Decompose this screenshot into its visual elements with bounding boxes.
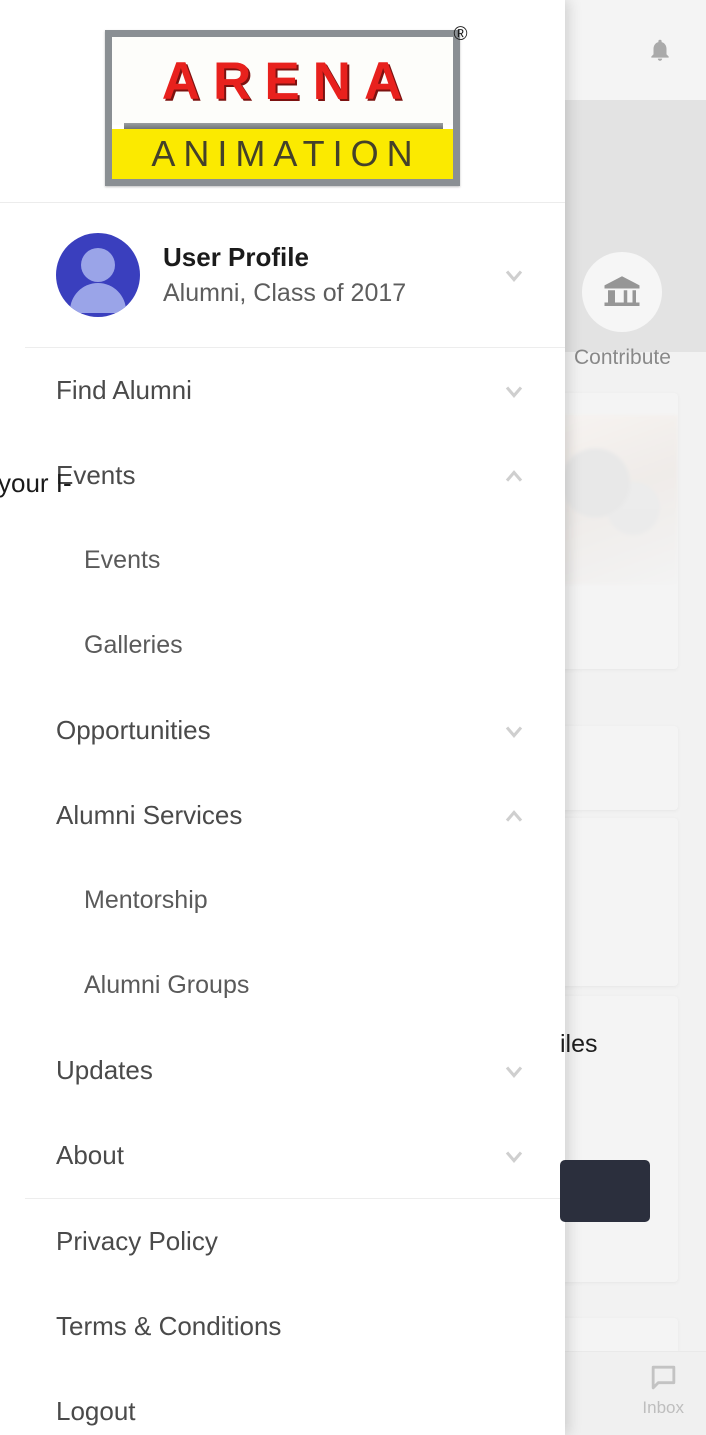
registered-trademark-icon: ® <box>453 24 468 45</box>
nav-item-label: Privacy Policy <box>56 1226 218 1256</box>
chevron-up-icon[interactable] <box>497 799 531 833</box>
nav-item-alumni-services[interactable]: Alumni Services <box>0 773 565 858</box>
chevron-down-icon[interactable] <box>497 374 531 408</box>
nav-subitem-alumni-groups[interactable]: Alumni Groups <box>0 943 565 1028</box>
profiles-text: iles <box>560 1030 598 1058</box>
nav-item-label: Opportunities <box>56 715 211 745</box>
nav-subitem-label: Galleries <box>84 631 183 659</box>
nav-item-privacy-policy[interactable]: Privacy Policy <box>0 1199 565 1284</box>
nav-subitem-galleries[interactable]: Galleries <box>0 603 565 688</box>
profile-subtitle: Alumni, Class of 2017 <box>163 279 407 307</box>
nav-subitem-label: Events <box>84 546 161 574</box>
chevron-down-icon[interactable] <box>497 714 531 748</box>
drawer-logo-header: ARENA ANIMATION ® <box>0 0 565 203</box>
nav-item-terms-conditions[interactable]: Terms & Conditions <box>0 1284 565 1369</box>
chevron-up-icon[interactable] <box>497 459 531 493</box>
navigation-drawer: ARENA ANIMATION ® User Profile Alumni, C… <box>0 0 565 1435</box>
profile-text-block: User Profile Alumni, Class of 2017 <box>163 241 497 310</box>
nav-item-label: About <box>56 1140 124 1170</box>
logo-top-panel: ARENA <box>111 37 453 125</box>
avatar <box>56 233 140 317</box>
user-profile-row[interactable]: User Profile Alumni, Class of 2017 <box>0 203 565 347</box>
nav-item-updates[interactable]: Updates <box>0 1028 565 1113</box>
chevron-down-icon[interactable] <box>497 1054 531 1088</box>
logo-arena-text: ARENA <box>161 51 416 111</box>
profile-name: User Profile <box>163 241 309 272</box>
arena-animation-logo: ARENA ANIMATION ® <box>100 16 468 186</box>
card-hero-text: your I- <box>0 468 72 498</box>
nav-item-opportunities[interactable]: Opportunities <box>0 688 565 773</box>
nav-item-label: Find Alumni <box>56 375 192 405</box>
avatar-head <box>81 248 115 282</box>
nav-item-find-alumni[interactable]: Find Alumni <box>0 348 565 433</box>
nav-subitem-label: Mentorship <box>84 886 208 914</box>
chevron-down-icon[interactable] <box>497 1139 531 1173</box>
nav-subitem-label: Alumni Groups <box>84 971 250 999</box>
drawer-nav-list: Find Alumni Events Events Galleries Oppo… <box>0 348 565 1435</box>
nav-subitem-mentorship[interactable]: Mentorship <box>0 858 565 943</box>
nav-item-label: Alumni Services <box>56 800 243 830</box>
logo-animation-text: ANIMATION <box>151 133 421 174</box>
nav-item-label: Updates <box>56 1055 153 1085</box>
nav-item-label: Terms & Conditions <box>56 1311 282 1341</box>
nav-item-about[interactable]: About <box>0 1113 565 1198</box>
app-root: Contribute your I- iles Inbox <box>0 0 706 1435</box>
nav-item-logout[interactable]: Logout <box>0 1369 565 1435</box>
nav-item-label: Events <box>56 460 136 490</box>
avatar-body <box>70 283 126 313</box>
background-primary-button[interactable] <box>560 1160 650 1222</box>
nav-item-label: Logout <box>56 1396 136 1426</box>
logo-bottom-panel: ANIMATION <box>111 129 453 179</box>
nav-item-events[interactable]: Events <box>0 433 565 518</box>
chevron-down-icon[interactable] <box>497 258 531 292</box>
nav-subitem-events[interactable]: Events <box>0 518 565 603</box>
logo-frame: ARENA ANIMATION <box>104 30 460 186</box>
